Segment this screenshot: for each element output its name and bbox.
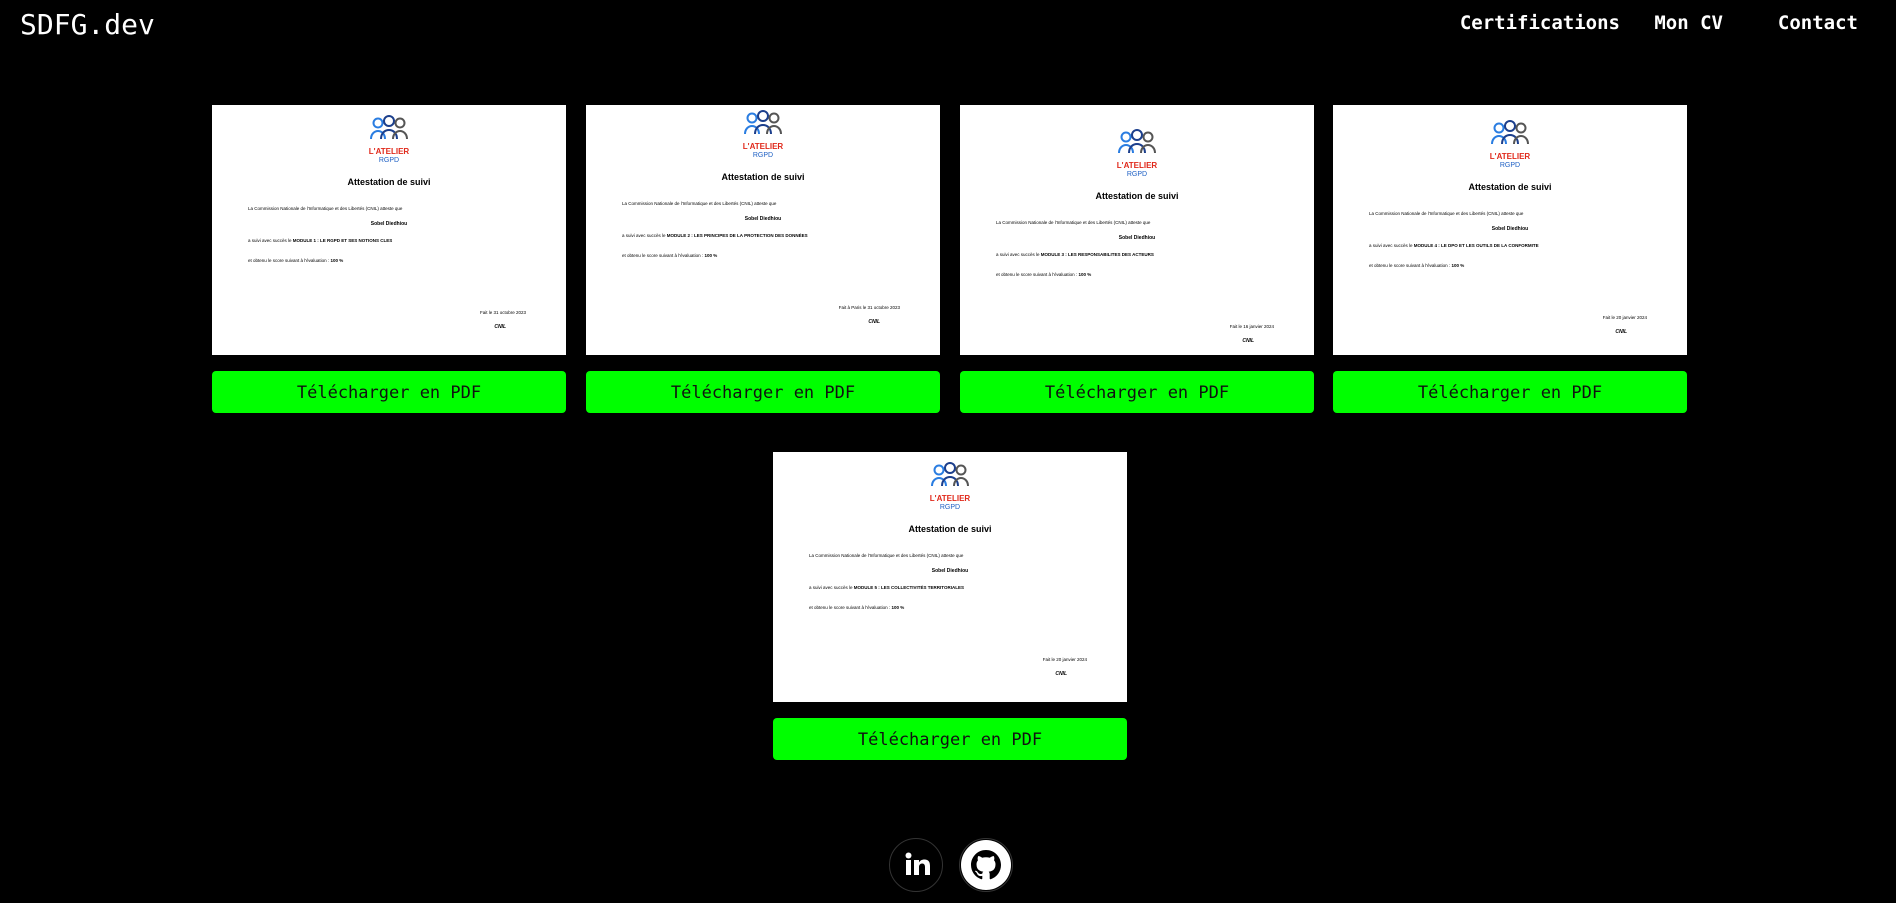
certificate-date: Fait le 20 janvier 2024	[1602, 315, 1647, 320]
certificate-holder: Sobel Diedhiou	[370, 221, 408, 227]
certificate-image: L'ATELIER RGPD Attestation de suivi La C…	[960, 105, 1314, 355]
org-subname: RGPD	[1499, 162, 1521, 169]
certificate-score-line: et obtenu le score suivant à l'évaluatio…	[248, 258, 344, 263]
certificate-image: L'ATELIER RGPD Attestation de suivi La C…	[1333, 105, 1687, 355]
nav-contact[interactable]: Contact	[1778, 12, 1858, 34]
site-logo[interactable]: SDFG.dev	[20, 8, 155, 41]
linkedin-icon	[905, 852, 930, 875]
certificate-module-line: a suivi avec succès le MODULE 4 : LE DPO…	[1369, 243, 1539, 248]
github-icon	[961, 840, 1011, 890]
certificate-title: Attestation de suivi	[908, 524, 992, 534]
certificate-date: Fait le 31 octobre 2023	[479, 310, 526, 315]
certificate-score-line: et obtenu le score suivant à l'évaluatio…	[996, 272, 1092, 277]
certificate-score-line: et obtenu le score suivant à l'évaluatio…	[622, 253, 718, 258]
org-name: L'ATELIER	[1116, 161, 1158, 170]
certificate-holder: Sobel Diedhiou	[1491, 226, 1529, 232]
certificate-card: L'ATELIER RGPD Attestation de suivi La C…	[1333, 105, 1687, 413]
certificate-title: Attestation de suivi	[1095, 191, 1179, 201]
certificate-intro: La Commission Nationale de l'Informatiqu…	[248, 206, 403, 211]
org-name: L'ATELIER	[1489, 152, 1531, 161]
certificate-intro: La Commission Nationale de l'Informatiqu…	[622, 201, 777, 206]
org-name: L'ATELIER	[929, 494, 971, 503]
certificate-module-line: a suivi avec succès le MODULE 3 : LES RE…	[996, 252, 1154, 257]
certificate-title: Attestation de suivi	[721, 172, 805, 182]
certificate-card: L'ATELIER RGPD Attestation de suivi La C…	[212, 105, 566, 413]
certificate-date: Fait le 20 janvier 2024	[1042, 657, 1087, 662]
certificate-signer: CNIL	[1242, 338, 1254, 344]
certificate-image: L'ATELIER RGPD Attestation de suivi La C…	[212, 105, 566, 355]
download-pdf-button[interactable]: Télécharger en PDF	[212, 371, 566, 413]
certificate-holder: Sobel Diedhiou	[931, 568, 969, 574]
certificate-intro: La Commission Nationale de l'Informatiqu…	[996, 220, 1151, 225]
certificate-module-line: a suivi avec succès le MODULE 5 : LES CO…	[809, 585, 964, 590]
certificate-holder: Sobel Diedhiou	[744, 216, 782, 222]
certificate-holder: Sobel Diedhiou	[1118, 235, 1156, 241]
certificate-score-line: et obtenu le score suivant à l'évaluatio…	[1369, 263, 1465, 268]
certificate-signer: CNIL	[1615, 329, 1627, 335]
certificate-title: Attestation de suivi	[347, 177, 431, 187]
certificate-date: Fait à Paris le 31 octobre 2023	[838, 305, 900, 310]
site-header: SDFG.dev Certifications Mon CV Contact	[0, 0, 1896, 48]
org-subname: RGPD	[1126, 171, 1148, 178]
org-subname: RGPD	[378, 157, 400, 164]
certificate-intro: La Commission Nationale de l'Informatiqu…	[1369, 211, 1524, 216]
org-name: L'ATELIER	[742, 142, 784, 151]
certificate-module-line: a suivi avec succès le MODULE 1 : LE RGP…	[248, 238, 393, 243]
github-link[interactable]	[959, 838, 1013, 892]
certificate-card: L'ATELIER RGPD Attestation de suivi La C…	[960, 105, 1314, 413]
certificate-intro: La Commission Nationale de l'Informatiqu…	[809, 553, 964, 558]
download-pdf-button[interactable]: Télécharger en PDF	[773, 718, 1127, 760]
org-subname: RGPD	[939, 504, 961, 511]
linkedin-link[interactable]	[889, 838, 943, 892]
certificate-signer: CNIL	[494, 324, 506, 330]
download-pdf-button[interactable]: Télécharger en PDF	[960, 371, 1314, 413]
download-pdf-button[interactable]: Télécharger en PDF	[586, 371, 940, 413]
nav-mon-cv[interactable]: Mon CV	[1654, 12, 1723, 34]
certificate-score-line: et obtenu le score suivant à l'évaluatio…	[809, 605, 905, 610]
nav-certifications[interactable]: Certifications	[1460, 12, 1620, 34]
certificate-module-line: a suivi avec succès le MODULE 2 : LES PR…	[622, 233, 808, 238]
certificate-signer: CNIL	[1055, 671, 1067, 677]
certificate-title: Attestation de suivi	[1468, 182, 1552, 192]
download-pdf-button[interactable]: Télécharger en PDF	[1333, 371, 1687, 413]
certificate-image: L'ATELIER RGPD Attestation de suivi La C…	[586, 105, 940, 355]
org-subname: RGPD	[752, 152, 774, 159]
certificate-card: L'ATELIER RGPD Attestation de suivi La C…	[586, 105, 940, 413]
org-name: L'ATELIER	[368, 147, 410, 156]
certificate-date: Fait le 16 janvier 2024	[1229, 324, 1274, 329]
certificate-card: L'ATELIER RGPD Attestation de suivi La C…	[773, 452, 1127, 760]
certificate-image: L'ATELIER RGPD Attestation de suivi La C…	[773, 452, 1127, 702]
certificate-signer: CNIL	[868, 319, 880, 325]
